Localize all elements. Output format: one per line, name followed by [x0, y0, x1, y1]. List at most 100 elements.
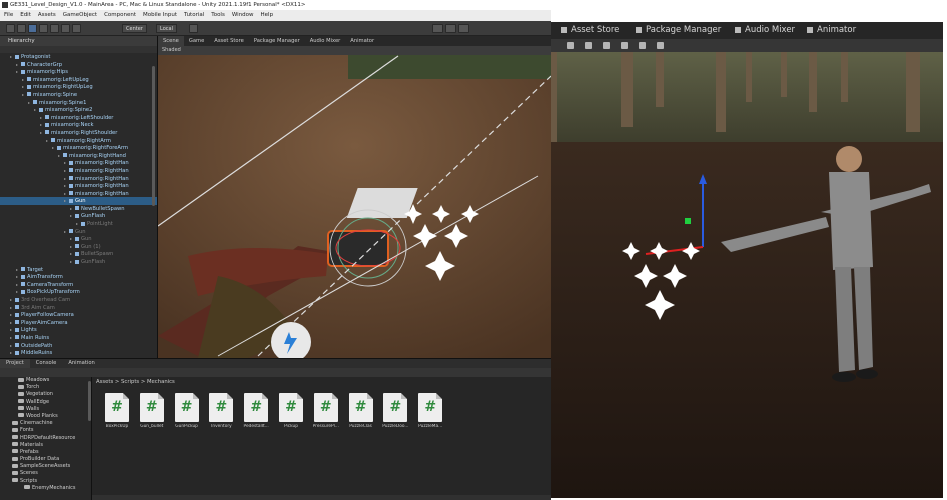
tab-game[interactable]: Game — [184, 36, 209, 46]
folder-item[interactable]: Fonts — [0, 427, 91, 434]
transform-tool-button[interactable] — [61, 24, 70, 33]
step-button[interactable] — [458, 24, 469, 33]
script-asset[interactable]: # Inventory — [204, 393, 238, 429]
folder-item[interactable]: Scripts — [0, 478, 91, 485]
tab-asset-store-right[interactable]: Asset Store — [561, 22, 619, 39]
pause-button[interactable] — [445, 24, 456, 33]
tab-audio-mixer[interactable]: Audio Mixer — [305, 36, 346, 46]
hierarchy-item[interactable]: ▸ mixamorig:Hips — [0, 68, 157, 76]
hand-tool-button[interactable] — [6, 24, 15, 33]
hierarchy-scrollbar[interactable] — [152, 66, 155, 206]
menu-component[interactable]: Component — [104, 12, 136, 18]
tab-animator-right[interactable]: Animator — [807, 22, 856, 39]
space-local-toggle[interactable]: Local — [156, 24, 177, 33]
hierarchy-item[interactable]: ▸ mixamorig:Neck — [0, 121, 157, 129]
scale-tool-button[interactable] — [39, 24, 48, 33]
menu-gameobject[interactable]: GameObject — [63, 12, 97, 18]
hierarchy-item[interactable]: ▸ 3rd Aim Cam — [0, 304, 157, 312]
hierarchy-item[interactable]: ▸ Gun — [0, 197, 157, 205]
folder-tree-scrollbar[interactable] — [88, 381, 91, 421]
hierarchy-item[interactable]: ▸ BulletSpawn — [0, 250, 157, 258]
hierarchy-item[interactable]: ▸ mixamorig:RightForeArm — [0, 144, 157, 152]
hierarchy-item[interactable]: ▸ Main Ruins — [0, 334, 157, 342]
script-asset[interactable]: # PuzzleClas — [344, 393, 378, 429]
folder-item[interactable]: Vegetation — [0, 391, 91, 398]
scene-view[interactable]: Scene Game Asset Store Package Manager Audio… — [158, 36, 551, 358]
folder-item[interactable]: Torch — [0, 384, 91, 391]
menu-edit[interactable]: Edit — [20, 12, 31, 18]
folder-item[interactable]: Cinemachine — [0, 420, 91, 427]
rotate-tool-button[interactable] — [28, 24, 37, 33]
script-asset[interactable]: # Pickup — [274, 393, 308, 429]
hierarchy-tab[interactable]: Hierarchy — [0, 36, 157, 46]
hierarchy-item[interactable]: ▸ Gun — [0, 228, 157, 236]
eye-icon[interactable] — [621, 42, 628, 49]
script-asset[interactable]: # Gun_bullet — [135, 393, 169, 429]
menu-assets[interactable]: Assets — [38, 12, 56, 18]
folder-item[interactable]: Wood Planks — [0, 413, 91, 420]
menu-tutorial[interactable]: Tutorial — [184, 12, 204, 18]
hierarchy-item[interactable]: ▸ Gun — [0, 235, 157, 243]
tab-console[interactable]: Console — [30, 359, 63, 368]
hierarchy-item[interactable]: ▸ mixamorig:LeftShoulder — [0, 114, 157, 122]
tab-asset-store[interactable]: Asset Store — [209, 36, 249, 46]
menu-help[interactable]: Help — [261, 12, 274, 18]
tab-package-manager[interactable]: Package Manager — [249, 36, 305, 46]
tab-project[interactable]: Project — [0, 359, 30, 368]
hierarchy-item[interactable]: ▸ mixamorig:RightHan — [0, 175, 157, 183]
menu-mobile-input[interactable]: Mobile Input — [143, 12, 177, 18]
script-asset[interactable]: # BoxPickUp — [100, 393, 134, 429]
hierarchy-item[interactable]: ▸ GunFlash — [0, 212, 157, 220]
hierarchy-item[interactable]: ▸ mixamorig:RightArm — [0, 137, 157, 145]
hierarchy-item[interactable]: ▸ BoxPickUpTransform — [0, 288, 157, 296]
shading-mode-dropdown[interactable]: Shaded — [162, 47, 181, 53]
hierarchy-item[interactable]: ▸ mixamorig:LeftUpLeg — [0, 76, 157, 84]
hierarchy-search-bar[interactable] — [0, 46, 157, 53]
hierarchy-item[interactable]: ▸ mixamorig:Spine1 — [0, 99, 157, 107]
hierarchy-item[interactable]: ▸ Lights — [0, 326, 157, 334]
hierarchy-item[interactable]: ▸ Protagonist — [0, 53, 157, 61]
hierarchy-item[interactable]: ▸ AimTransform — [0, 273, 157, 281]
folder-item[interactable]: Prefabs — [0, 449, 91, 456]
move-tool-button[interactable] — [17, 24, 26, 33]
hierarchy-item[interactable]: ▸ CameraTransform — [0, 281, 157, 289]
pivot-center-toggle[interactable]: Center — [122, 24, 147, 33]
tab-animator[interactable]: Animator — [345, 36, 379, 46]
script-asset[interactable]: # GunPickup — [170, 393, 204, 429]
folder-item[interactable]: Walls — [0, 406, 91, 413]
layers-icon[interactable] — [639, 42, 646, 49]
menu-tools[interactable]: Tools — [211, 12, 225, 18]
tab-audio-mixer-right[interactable]: Audio Mixer — [735, 22, 795, 39]
audio-toggle-icon[interactable] — [585, 42, 592, 49]
hierarchy-item[interactable]: ▸ PlayerAimCamera — [0, 319, 157, 327]
grid-snap-button[interactable] — [189, 24, 198, 33]
folder-item[interactable]: HDRPDefaultResource — [0, 435, 91, 442]
hierarchy-item[interactable]: ▸ mixamorig:RightHan — [0, 159, 157, 167]
folder-item[interactable]: Scenes — [0, 470, 91, 477]
folder-item[interactable]: ProBuilder Data — [0, 456, 91, 463]
menu-file[interactable]: File — [4, 12, 13, 18]
effects-toggle-icon[interactable] — [603, 42, 610, 49]
hierarchy-item[interactable]: ▸ mixamorig:Spine — [0, 91, 157, 99]
play-button[interactable] — [432, 24, 443, 33]
hierarchy-item[interactable]: ▸ PointLight — [0, 220, 157, 228]
tab-animation[interactable]: Animation — [62, 359, 100, 368]
folder-item[interactable]: Meadows — [0, 377, 91, 384]
hierarchy-item[interactable]: ▸ NewBulletSpawn — [0, 205, 157, 213]
tab-scene[interactable]: Scene — [158, 36, 184, 46]
hierarchy-item[interactable]: ▸ 3rd Overhead Cam — [0, 296, 157, 304]
folder-item[interactable]: WallEdge — [0, 399, 91, 406]
hierarchy-item[interactable]: ▸ GunFlash — [0, 258, 157, 266]
folder-item[interactable]: EnemyMechanics — [0, 485, 91, 492]
script-asset[interactable]: # PuzzleMa... — [413, 393, 447, 429]
hierarchy-item[interactable]: ▸ Gun (1) — [0, 243, 157, 251]
folder-item[interactable]: Materials — [0, 442, 91, 449]
hierarchy-item[interactable]: ▸ mixamorig:RightHand — [0, 152, 157, 160]
hierarchy-item[interactable]: ▸ mixamorig:RightShoulder — [0, 129, 157, 137]
hierarchy-item[interactable]: ▸ OutsidePath — [0, 342, 157, 350]
script-asset[interactable]: # PuzzleDoo... — [378, 393, 412, 429]
gizmos-icon[interactable] — [657, 42, 664, 49]
tab-package-manager-right[interactable]: Package Manager — [636, 22, 721, 39]
menu-window[interactable]: Window — [232, 12, 254, 18]
folder-item[interactable]: SampleSceneAssets — [0, 463, 91, 470]
